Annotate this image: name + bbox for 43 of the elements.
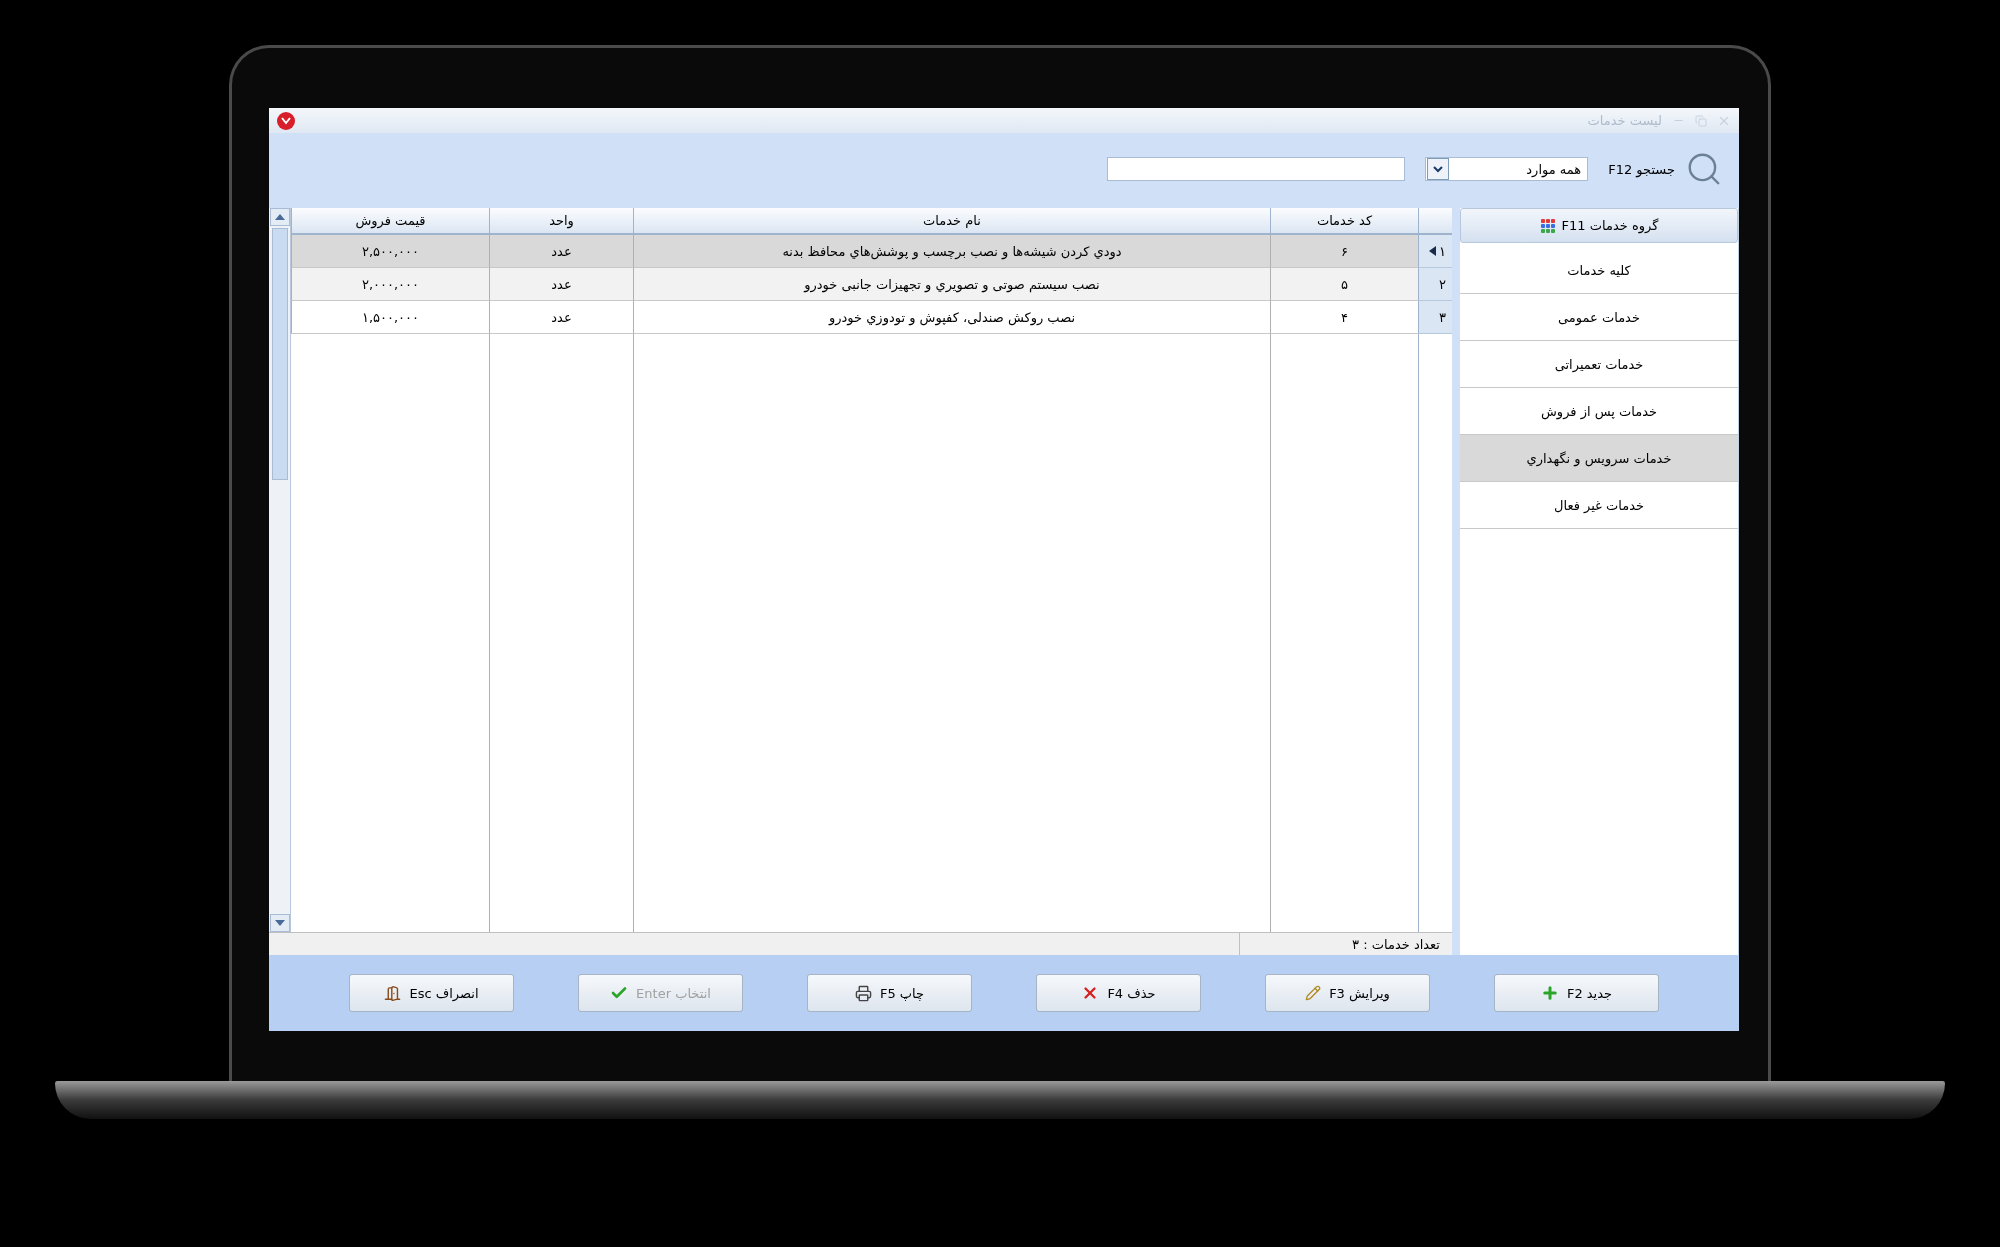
search-label: جستجو F12	[1608, 161, 1675, 177]
column-header[interactable]: کد خدمات	[1270, 208, 1418, 235]
row-header[interactable]: ۳	[1418, 301, 1452, 334]
table-cell: عدد	[489, 301, 633, 334]
window-title: لیست خدمات	[1587, 113, 1662, 128]
door-icon	[384, 984, 402, 1002]
table-cell: نصب سیستم صوتی و تصویري و تجهیزات جانبی خودرو	[633, 268, 1270, 301]
table-cell: ۲,۵۰۰,۰۰۰	[291, 235, 489, 268]
grid-icon	[1539, 217, 1556, 234]
table-cell: نصب روکش صندلی، کفپوش و تودوزي خودرو	[633, 301, 1270, 334]
table-cell: ۲,۰۰۰,۰۰۰	[291, 268, 489, 301]
scroll-down-icon[interactable]	[274, 920, 285, 926]
table-cell: عدد	[489, 268, 633, 301]
header-cell	[1418, 208, 1452, 235]
current-row-icon	[1429, 246, 1436, 256]
table-cell: ۴	[1270, 301, 1418, 334]
column-header[interactable]: قیمت فروش	[291, 208, 489, 235]
scrollbar[interactable]	[269, 208, 291, 932]
search-field[interactable]	[1107, 157, 1406, 181]
filter-dropdown[interactable]: همه موارد	[1425, 157, 1589, 181]
row-header[interactable]: ۲	[1418, 268, 1452, 301]
plus-icon	[1540, 984, 1559, 1002]
action-button[interactable]: انصراف Esc	[349, 974, 514, 1012]
sidebar-item[interactable]: خدمات سرویس و نگهداري	[1460, 435, 1738, 482]
row-header[interactable]: ۱	[1418, 235, 1452, 268]
caret-icon	[1433, 165, 1444, 173]
app-logo-icon	[277, 111, 295, 130]
table-cell: عدد	[489, 235, 633, 268]
pencil-icon	[1305, 985, 1322, 1001]
action-button[interactable]: ویرایش F3	[1265, 974, 1430, 1012]
table-cell: ۵	[1270, 268, 1418, 301]
printer-icon	[854, 984, 872, 1002]
scroll-up-icon[interactable]	[274, 214, 285, 220]
action-button[interactable]: حذف F4	[1036, 974, 1201, 1012]
column-header[interactable]: نام خدمات	[633, 208, 1270, 235]
action-button[interactable]: جدید F2	[1494, 974, 1659, 1012]
action-button[interactable]: چاپ F5	[807, 974, 972, 1012]
table-cell: ۶	[1270, 235, 1418, 268]
column-header[interactable]: واحد	[489, 208, 633, 235]
table-cell: ۱,۵۰۰,۰۰۰	[291, 301, 489, 334]
group-header[interactable]: گروه خدمات F11	[1460, 208, 1738, 243]
restore-icon[interactable]	[1695, 114, 1707, 127]
table-cell: دودي کردن شیشه‌ها و نصب برچسب و پوشش‌هاي محافظ بدنه	[633, 235, 1270, 268]
